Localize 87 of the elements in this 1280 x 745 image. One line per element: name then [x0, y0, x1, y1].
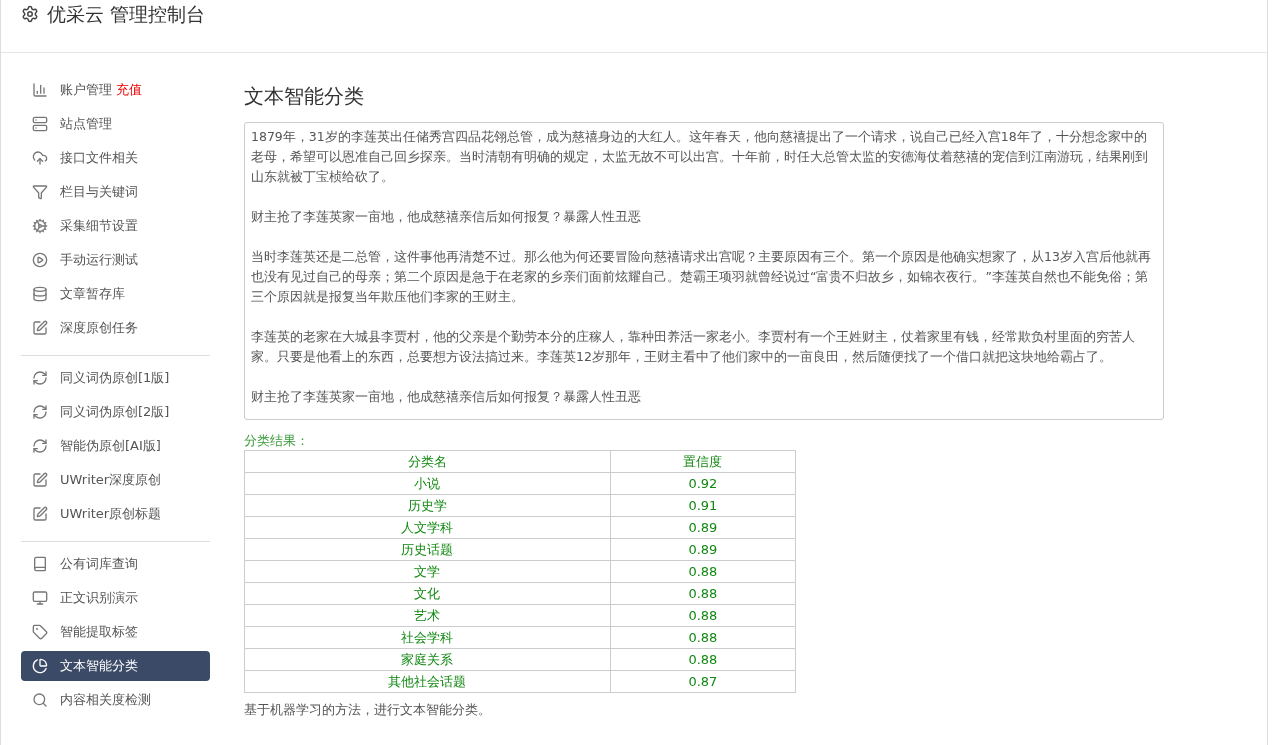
- table-cell: 小说: [244, 472, 611, 495]
- filter-icon: [32, 184, 48, 200]
- sidebar-label: 正文识别演示: [60, 589, 138, 607]
- table-cell: 人文学科: [244, 516, 611, 539]
- description-text: 基于机器学习的方法，进行文本智能分类。: [244, 701, 492, 719]
- sidebar-label: 智能伪原创[AI版]: [60, 437, 161, 455]
- refresh-icon: [32, 370, 48, 386]
- sidebar-label: 账户管理: [60, 81, 112, 99]
- pie-chart-icon: [32, 658, 48, 674]
- table-cell: 其他社会话题: [244, 670, 611, 693]
- sidebar-label: 同义词伪原创[1版]: [60, 369, 170, 387]
- text-input-field[interactable]: [244, 122, 1164, 420]
- sidebar-item[interactable]: 账户管理 充值: [21, 75, 210, 105]
- recharge-link[interactable]: 充值: [116, 81, 142, 99]
- sidebar-item[interactable]: 智能提取标签: [21, 617, 210, 647]
- cloud-upload-icon: [32, 150, 48, 166]
- sidebar-label: 文本智能分类: [60, 657, 138, 675]
- bar-chart-icon: [32, 82, 48, 98]
- table-cell: 社会学科: [244, 626, 611, 649]
- sidebar-label: 站点管理: [60, 115, 112, 133]
- column-header: 分类名: [244, 450, 611, 473]
- table-cell: 0.89: [610, 538, 796, 561]
- sidebar-item[interactable]: 同义词伪原创[2版]: [21, 397, 210, 427]
- table-cell: 家庭关系: [244, 648, 611, 671]
- paragraph: 财主抢了李莲英家一亩地，他成慈禧亲信后如何报复？暴露人性丑恶: [251, 208, 642, 226]
- table-cell: 0.87: [610, 670, 796, 693]
- sidebar-label: 手动运行测试: [60, 251, 138, 269]
- column-header: 置信度: [610, 450, 796, 473]
- table-cell: 文化: [244, 582, 611, 605]
- table-cell: 0.88: [610, 560, 796, 583]
- table-cell: 0.91: [610, 494, 796, 517]
- sidebar-label: 内容相关度检测: [60, 691, 151, 709]
- sidebar-item[interactable]: 采集细节设置: [21, 211, 210, 241]
- sidebar-item[interactable]: 文本智能分类: [21, 651, 210, 681]
- table-cell: 文学: [244, 560, 611, 583]
- sidebar-label: 文章暂存库: [60, 285, 125, 303]
- edit-icon: [32, 506, 48, 522]
- sidebar-label: UWriter深度原创: [60, 471, 162, 489]
- table-cell: 0.89: [610, 516, 796, 539]
- sidebar-item[interactable]: 栏目与关键词: [21, 177, 210, 207]
- monitor-icon: [32, 590, 48, 606]
- result-label: 分类结果：: [244, 432, 310, 450]
- settings-icon: [21, 5, 39, 23]
- sidebar-label: 深度原创任务: [60, 319, 138, 337]
- sidebar-label: 公有词库查询: [60, 555, 138, 573]
- sidebar-item[interactable]: 智能伪原创[AI版]: [21, 431, 210, 461]
- table-cell: 0.88: [610, 626, 796, 649]
- edit-icon: [32, 320, 48, 336]
- sidebar-label: 接口文件相关: [60, 149, 138, 167]
- sidebar-item[interactable]: 站点管理: [21, 109, 210, 139]
- paragraph: 财主抢了李莲英家一亩地，他成慈禧亲信后如何报复？暴露人性丑恶: [251, 388, 642, 406]
- table-cell: 艺术: [244, 604, 611, 627]
- sidebar-item[interactable]: 文章暂存库: [21, 279, 210, 309]
- server-icon: [32, 116, 48, 132]
- sidebar-label: UWriter原创标题: [60, 505, 162, 523]
- database-icon: [32, 286, 48, 302]
- sidebar-item[interactable]: 正文识别演示: [21, 583, 210, 613]
- edit-icon: [32, 472, 48, 488]
- table-cell: 历史学: [244, 494, 611, 517]
- sidebar-label: 栏目与关键词: [60, 183, 138, 201]
- table-cell: 0.88: [610, 604, 796, 627]
- page-title: 文本智能分类: [244, 83, 365, 110]
- table-cell: 0.88: [610, 648, 796, 671]
- sidebar-item[interactable]: 接口文件相关: [21, 143, 210, 173]
- table-cell: 0.88: [610, 582, 796, 605]
- sidebar-item[interactable]: 公有词库查询: [21, 549, 210, 579]
- sidebar-item[interactable]: UWriter原创标题: [21, 499, 210, 529]
- book-icon: [32, 556, 48, 572]
- refresh-icon: [32, 404, 48, 420]
- table-cell: 0.92: [610, 472, 796, 495]
- sidebar-label: 智能提取标签: [60, 623, 138, 641]
- sidebar-item[interactable]: UWriter深度原创: [21, 465, 210, 495]
- paragraph: 1879年，31岁的李莲英出任储秀宫四品花翎总管，成为慈禧身边的大红人。这年春天，他向慈禧提出了一个请求，说自己已经入宫18年了，十分想念家中的老母，希望可以恩准自己回乡探亲。当时清朝有明确的规定，太监无故不可以出宫。十年前，时任大总管太监的安德海仗着慈禧的宠信到江南游玩，结果刚到山东就被丁宝桢给砍了。: [251, 128, 1149, 186]
- sidebar-item[interactable]: 手动运行测试: [21, 245, 210, 275]
- tag-icon: [32, 624, 48, 640]
- paragraph: 当时李莲英还是二总管，这件事他再清楚不过。那么他为何还要冒险向慈禧请求出宫呢？主要原因有三个。第一个原因是他确实想家了，从13岁入宫后他就再也没有见过自己的母亲；第二个原因是急于在老家的乡亲们面前炫耀自己。楚霸王项羽就曾经说过“富贵不归故乡，如锦衣夜行。”李莲英自然也不能免俗；第三个原因就是报复当年欺压他们李家的王财主。: [251, 248, 1152, 306]
- play-icon: [32, 252, 48, 268]
- sidebar-label: 采集细节设置: [60, 217, 138, 235]
- sidebar-item[interactable]: 同义词伪原创[1版]: [21, 363, 210, 393]
- refresh-icon: [32, 438, 48, 454]
- sidebar-item[interactable]: 深度原创任务: [21, 313, 210, 343]
- app-title: 优采云 管理控制台: [47, 2, 206, 26]
- sidebar-label: 同义词伪原创[2版]: [60, 403, 170, 421]
- search-icon: [32, 692, 48, 708]
- table-cell: 历史话题: [244, 538, 611, 561]
- paragraph: 李莲英的老家在大城县李贾村，他的父亲是个勤劳本分的庄稼人，靠种田养活一家老小。李贾村有一个王姓财主，仗着家里有钱，经常欺负村里面的穷苦人家。只要是他看上的东西，总要想方设法搞过来。李莲英12岁那年，王财主看中了他们家中的一亩良田，然后随便找了一个借口就把这块地给霸占了。: [251, 328, 1136, 366]
- sidebar-item[interactable]: 内容相关度检测: [21, 685, 210, 715]
